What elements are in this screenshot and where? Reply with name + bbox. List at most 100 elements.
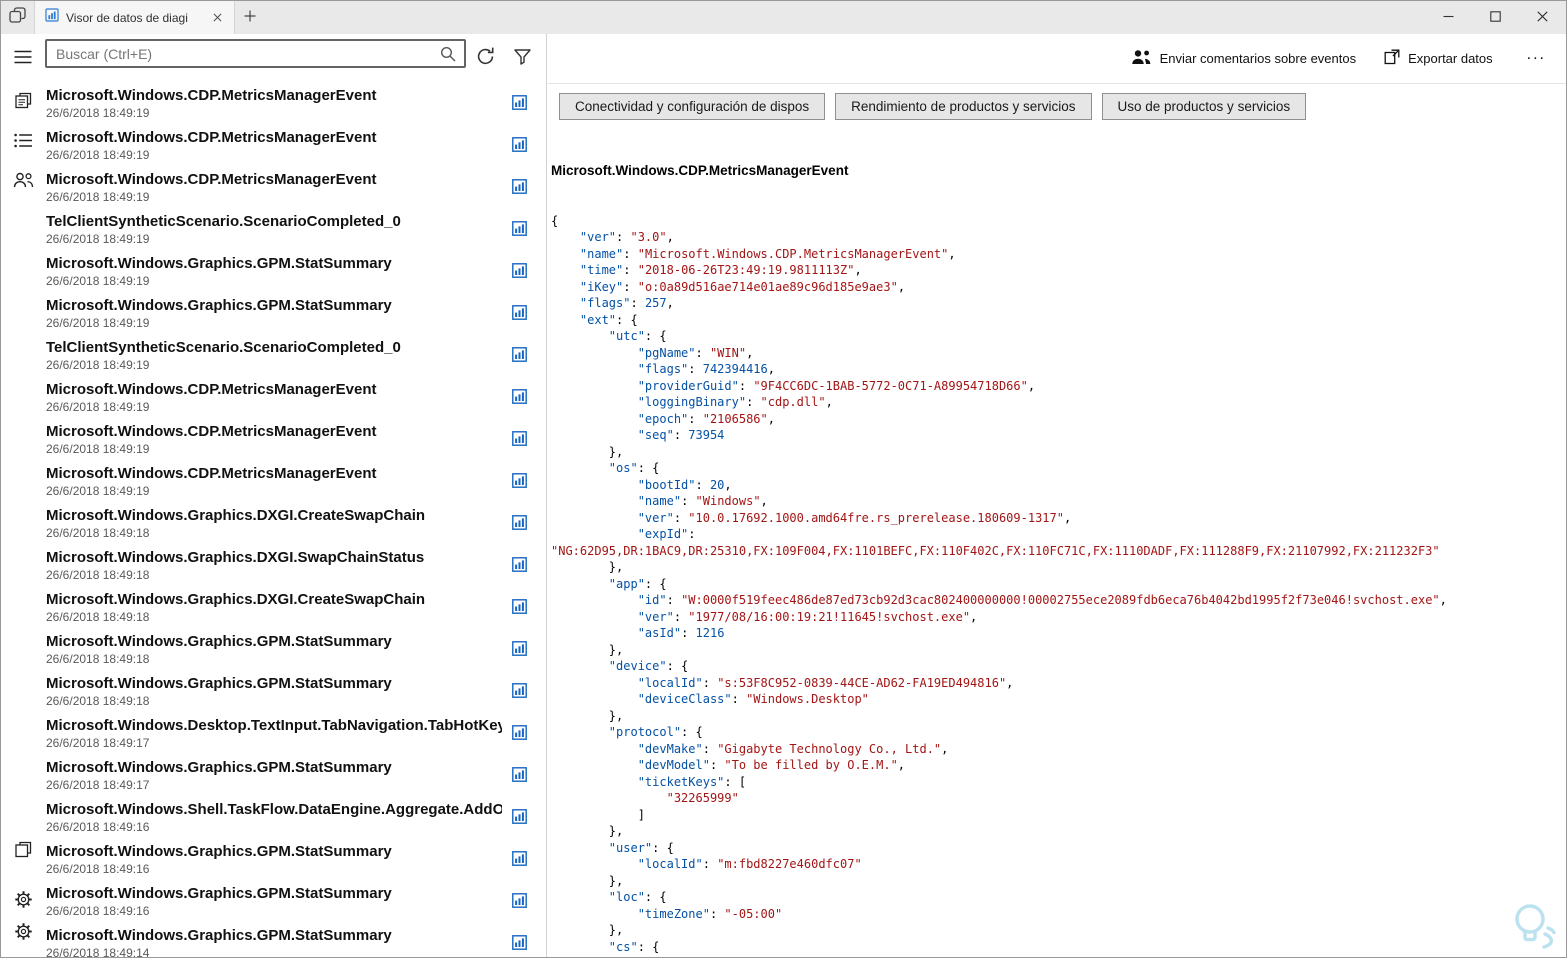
tab-diagnostic-viewer[interactable]: Visor de datos de diagi [34,1,235,34]
search-icon[interactable] [440,46,464,62]
filter-funnel-icon [513,47,532,69]
bar-chart-icon [512,137,527,157]
minimize-button[interactable] [1425,1,1472,34]
code-line: ] [551,807,645,822]
copy-pages-icon[interactable] [12,838,34,860]
event-date: 26/6/2018 18:49:18 [46,568,150,582]
event-json-view: Microsoft.Windows.CDP.MetricsManagerEven… [548,120,1566,957]
close-button[interactable] [1519,1,1566,34]
event-list-item[interactable]: Microsoft.Windows.Graphics.DXGI.SwapChai… [45,545,546,587]
diagnostic-events-icon[interactable] [12,89,34,111]
event-list-item[interactable]: Microsoft.Windows.Graphics.GPM.StatSumma… [45,293,546,335]
bar-chart-icon [512,95,527,115]
event-detail-pane: Enviar comentarios sobre eventos Exporta… [548,34,1566,957]
bar-chart-icon [512,263,527,283]
code-line: "ticketKeys": [ [637,774,747,789]
event-list-item[interactable]: Microsoft.Windows.CDP.MetricsManagerEven… [45,377,546,419]
bar-chart-icon [512,851,527,871]
bar-chart-icon [512,641,527,661]
search-box[interactable] [45,39,466,68]
event-list-item[interactable]: Microsoft.Windows.Graphics.GPM.StatSumma… [45,251,546,293]
menu-hamburger-icon [14,50,32,67]
minimize-icon [1443,9,1454,27]
settings-gear-icon-2[interactable] [12,920,34,942]
new-tab-button[interactable] [235,1,265,34]
titlebar-drag-region [265,1,1425,34]
event-date: 26/6/2018 18:49:18 [46,652,150,666]
event-date: 26/6/2018 18:49:18 [46,610,150,624]
event-name: TelClientSyntheticScenario.ScenarioCompl… [46,339,401,356]
tag-product-performance[interactable]: Rendimiento de productos y servicios [835,93,1092,120]
event-list-item[interactable]: TelClientSyntheticScenario.ScenarioCompl… [45,209,546,251]
watermark-bulb-logo [1504,898,1560,957]
bar-chart-icon [512,809,527,829]
app-chart-icon [45,8,59,27]
event-date: 26/6/2018 18:49:19 [46,232,150,246]
event-list-item[interactable]: Microsoft.Windows.Graphics.GPM.StatSumma… [45,629,546,671]
event-list-item[interactable]: Microsoft.Windows.Graphics.GPM.StatSumma… [45,755,546,797]
bar-chart-icon [512,389,527,409]
event-date: 26/6/2018 18:49:14 [46,946,150,957]
code-line: "bootId": 20, [637,477,732,492]
event-date: 26/6/2018 18:49:17 [46,736,150,750]
code-line: }, [551,444,624,459]
event-name: Microsoft.Windows.CDP.MetricsManagerEven… [46,423,377,440]
code-line: "ver": "3.0", [579,230,674,244]
bar-chart-icon [512,347,527,367]
event-date: 26/6/2018 18:49:19 [46,400,150,414]
tabs-overview-button[interactable] [1,1,34,34]
event-list-item[interactable]: Microsoft.Windows.Graphics.GPM.StatSumma… [45,671,546,713]
code-line: "devMake": "Gigabyte Technology Co., Ltd… [637,741,949,756]
problem-reports-icon[interactable] [12,129,34,151]
event-list-item[interactable]: TelClientSyntheticScenario.ScenarioCompl… [45,335,546,377]
send-feedback-button[interactable]: Enviar comentarios sobre eventos [1131,49,1356,68]
event-name: Microsoft.Windows.CDP.MetricsManagerEven… [46,381,377,398]
event-name: Microsoft.Windows.CDP.MetricsManagerEven… [46,171,377,188]
export-data-button[interactable]: Exportar datos [1384,49,1493,68]
event-name: Microsoft.Windows.Graphics.GPM.StatSumma… [46,885,392,902]
filter-button[interactable] [506,42,538,74]
event-list-item[interactable]: Microsoft.Windows.Graphics.DXGI.CreateSw… [45,503,546,545]
event-name: Microsoft.Windows.Graphics.GPM.StatSumma… [46,675,392,692]
refresh-button[interactable] [469,42,501,74]
code-line: "pgName": "WIN", [637,345,754,360]
event-list-item[interactable]: Microsoft.Windows.CDP.MetricsManagerEven… [45,125,546,167]
event-list-item[interactable]: Microsoft.Windows.Desktop.TextInput.TabN… [45,713,546,755]
menu-button[interactable] [9,45,37,71]
search-input[interactable] [47,45,440,62]
event-list-item[interactable]: Microsoft.Windows.CDP.MetricsManagerEven… [45,167,546,209]
event-date: 26/6/2018 18:49:17 [46,778,150,792]
more-button[interactable]: ... [1521,46,1552,72]
event-name: Microsoft.Windows.Graphics.GPM.StatSumma… [46,297,392,314]
code-line: "protocol": { [608,725,703,739]
code-line: "iKey": "o:0a89d516ae714e01ae89c96d185e9… [579,279,906,294]
bar-chart-icon [512,935,527,955]
event-list-item[interactable]: Microsoft.Windows.Graphics.GPM.StatSumma… [45,839,546,881]
code-line: }, [551,708,624,723]
settings-gear-icon[interactable] [12,888,34,910]
event-list-item[interactable]: Microsoft.Windows.Graphics.GPM.StatSumma… [45,881,546,923]
event-list-item[interactable]: Microsoft.Windows.Graphics.DXGI.CreateSw… [45,587,546,629]
event-list-item[interactable]: Microsoft.Windows.Graphics.GPM.StatSumma… [45,923,546,957]
tag-connectivity-configuration[interactable]: Conectividad y configuración de dispos [559,93,826,120]
bar-chart-icon [512,221,527,241]
feedback-people-icon[interactable] [12,169,34,191]
code-line: "devModel": "To be filled by O.E.M.", [637,758,906,772]
tab-close-icon[interactable] [208,9,226,27]
event-list-item[interactable]: Microsoft.Windows.CDP.MetricsManagerEven… [45,83,546,125]
event-list: Microsoft.Windows.CDP.MetricsManagerEven… [45,83,546,957]
bar-chart-icon [512,557,527,577]
tag-product-usage[interactable]: Uso de productos y servicios [1101,93,1307,120]
event-list-item[interactable]: Microsoft.Windows.CDP.MetricsManagerEven… [45,461,546,503]
event-name: Microsoft.Windows.CDP.MetricsManagerEven… [46,465,377,482]
code-line: "asId": 1216 [637,626,725,640]
maximize-button[interactable] [1472,1,1519,34]
app-window: Visor de datos de diagi Buscar (Ctrl+E) … [0,0,1567,958]
event-name: Microsoft.Windows.Graphics.DXGI.SwapChai… [46,549,425,566]
code-line: "flags": 742394416, [637,362,775,376]
code-line: "user": { [608,840,674,855]
event-list-item[interactable]: Microsoft.Windows.Shell.TaskFlow.DataEng… [45,797,546,839]
event-list-item[interactable]: Microsoft.Windows.CDP.MetricsManagerEven… [45,419,546,461]
close-icon [1537,9,1548,27]
code-line: "providerGuid": "9F4CC6DC-1BAB-5772-0C71… [637,378,1036,393]
